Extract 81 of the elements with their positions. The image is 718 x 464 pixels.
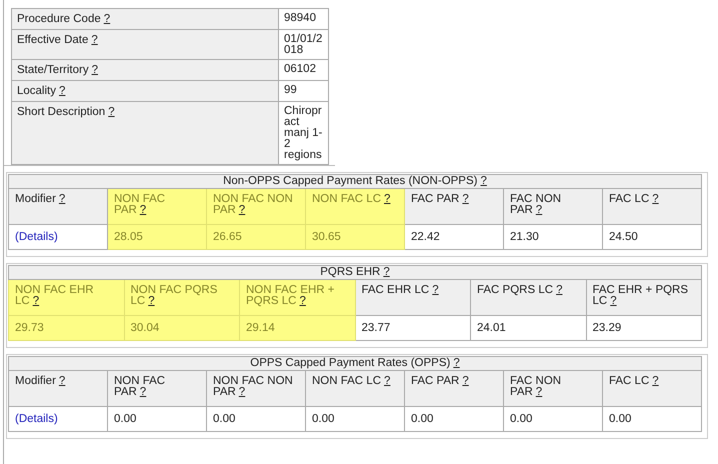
table-cell: 22.42 bbox=[404, 224, 504, 250]
help-link[interactable]: ? bbox=[384, 193, 390, 205]
help-link[interactable]: ? bbox=[238, 386, 246, 398]
table-cell: 0.00 bbox=[108, 406, 206, 432]
help-link[interactable]: ? bbox=[462, 375, 469, 387]
table-cell: 30.65 bbox=[306, 224, 404, 250]
column-label: NON FAC NON PAR ? bbox=[213, 193, 293, 216]
column-label: FAC NON PAR ? bbox=[510, 193, 562, 216]
column-label: NON FAC EHR LC ? bbox=[15, 284, 94, 307]
column-label: FAC PQRS LC ? bbox=[477, 284, 562, 296]
column-label: NON FAC LC ? bbox=[312, 193, 390, 205]
table-cell: 0.00 bbox=[504, 406, 602, 432]
details-link[interactable]: (Details) bbox=[15, 231, 58, 243]
help-link[interactable]: ? bbox=[58, 193, 66, 205]
table-cell: 28.05 bbox=[108, 224, 206, 250]
table-cell: 0.00 bbox=[602, 406, 702, 432]
column-label: NON FAC LC ? bbox=[312, 375, 390, 387]
column-label: NON FAC PQRS LC ? bbox=[130, 284, 218, 307]
field-value: 06102 bbox=[278, 60, 328, 80]
help-link[interactable]: ? bbox=[610, 295, 617, 307]
field-label: Short Description bbox=[17, 106, 106, 118]
details-link[interactable]: (Details) bbox=[15, 413, 58, 425]
help-link[interactable]: ? bbox=[300, 295, 306, 307]
help-link[interactable]: ? bbox=[91, 34, 98, 46]
column-label: FAC PAR ? bbox=[411, 375, 469, 387]
field-value: 01/01/2018 bbox=[278, 30, 328, 60]
field-label: Locality bbox=[17, 85, 56, 97]
section-title: Non-OPPS Capped Payment Rates (NON-OPPS) bbox=[223, 175, 478, 187]
section-title: PQRS EHR bbox=[320, 266, 380, 278]
field-value: 98940 bbox=[278, 8, 328, 30]
table-cell: 23.29 bbox=[586, 316, 702, 340]
column-label: Modifier ? bbox=[15, 193, 66, 205]
help-link[interactable]: ? bbox=[383, 266, 390, 278]
table-cell: 24.50 bbox=[602, 224, 702, 250]
help-link[interactable]: ? bbox=[652, 193, 659, 205]
help-link[interactable]: ? bbox=[480, 175, 487, 187]
help-link[interactable]: ? bbox=[108, 106, 115, 118]
column-label: FAC EHR LC ? bbox=[362, 284, 439, 296]
help-link[interactable]: ? bbox=[140, 386, 146, 398]
help-link[interactable]: ? bbox=[92, 64, 98, 76]
column-label: FAC NON PAR ? bbox=[510, 375, 562, 398]
field-label: State/Territory bbox=[17, 64, 89, 76]
help-link[interactable]: ? bbox=[453, 357, 460, 369]
table-cell: 30.04 bbox=[124, 316, 240, 340]
column-label: FAC LC ? bbox=[609, 193, 659, 205]
column-label: FAC LC ? bbox=[609, 375, 659, 387]
help-link[interactable]: ? bbox=[32, 295, 40, 307]
help-link[interactable]: ? bbox=[536, 386, 542, 398]
table-cell: 24.01 bbox=[470, 316, 586, 340]
field-label: Effective Date bbox=[17, 34, 88, 46]
help-link[interactable]: ? bbox=[556, 284, 562, 296]
field-value: Chiropract manj 1-2 regions bbox=[278, 102, 328, 164]
table-cell: 0.00 bbox=[306, 406, 404, 432]
column-label: Modifier ? bbox=[15, 375, 66, 387]
help-link[interactable]: ? bbox=[148, 295, 155, 307]
help-link[interactable]: ? bbox=[432, 284, 439, 296]
table-cell: 0.00 bbox=[404, 406, 504, 432]
table-cell: 29.73 bbox=[8, 316, 124, 340]
column-label: NON FAC NON PAR ? bbox=[213, 375, 293, 398]
field-label: Procedure Code bbox=[17, 13, 101, 25]
table-cell: 26.65 bbox=[206, 224, 306, 250]
help-link[interactable]: ? bbox=[462, 193, 469, 205]
column-label: NON FAC PAR ? bbox=[114, 193, 166, 216]
help-link[interactable]: ? bbox=[384, 375, 390, 387]
help-link[interactable]: ? bbox=[104, 13, 110, 25]
table-cell: 0.00 bbox=[206, 406, 306, 432]
help-link[interactable]: ? bbox=[59, 85, 66, 97]
help-link[interactable]: ? bbox=[140, 204, 146, 216]
field-value: 99 bbox=[278, 80, 328, 102]
help-link[interactable]: ? bbox=[536, 204, 542, 216]
section-title: OPPS Capped Payment Rates (OPPS) bbox=[250, 357, 450, 369]
table-cell: 29.14 bbox=[240, 316, 355, 340]
column-label: FAC EHR + PQRS LC ? bbox=[592, 284, 688, 307]
help-link[interactable]: ? bbox=[238, 204, 246, 216]
column-label: FAC PAR ? bbox=[411, 193, 469, 205]
help-link[interactable]: ? bbox=[652, 375, 659, 387]
help-link[interactable]: ? bbox=[58, 375, 66, 387]
table-cell: 23.77 bbox=[355, 316, 470, 340]
column-label: NON FAC PAR ? bbox=[114, 375, 166, 398]
table-cell: 21.30 bbox=[504, 224, 602, 250]
column-label: NON FAC EHR + PQRS LC ? bbox=[246, 284, 335, 307]
